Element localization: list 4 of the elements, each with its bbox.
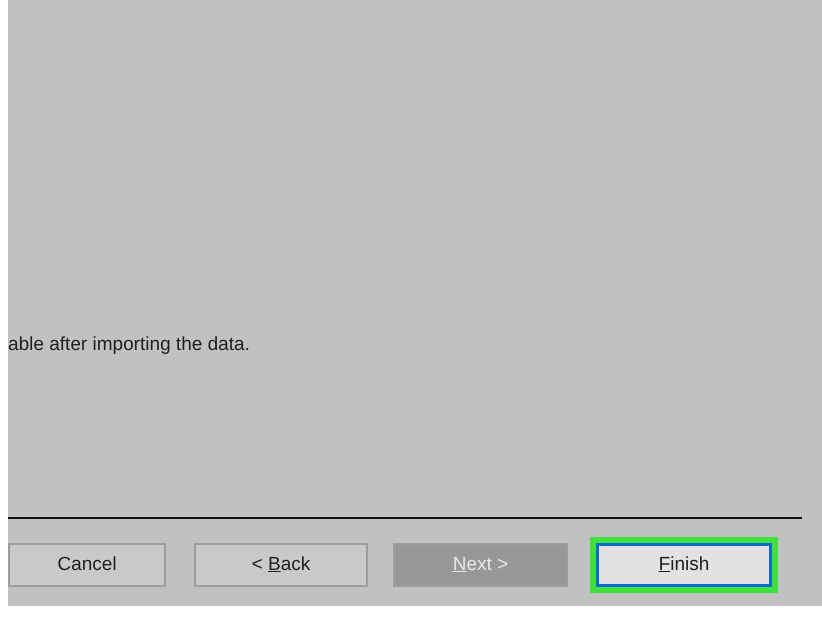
cancel-button[interactable]: Cancel xyxy=(8,543,166,587)
back-button[interactable]: < Back xyxy=(194,543,368,587)
finish-button[interactable]: Finish xyxy=(596,543,772,587)
message-text: able after importing the data. xyxy=(8,334,251,357)
